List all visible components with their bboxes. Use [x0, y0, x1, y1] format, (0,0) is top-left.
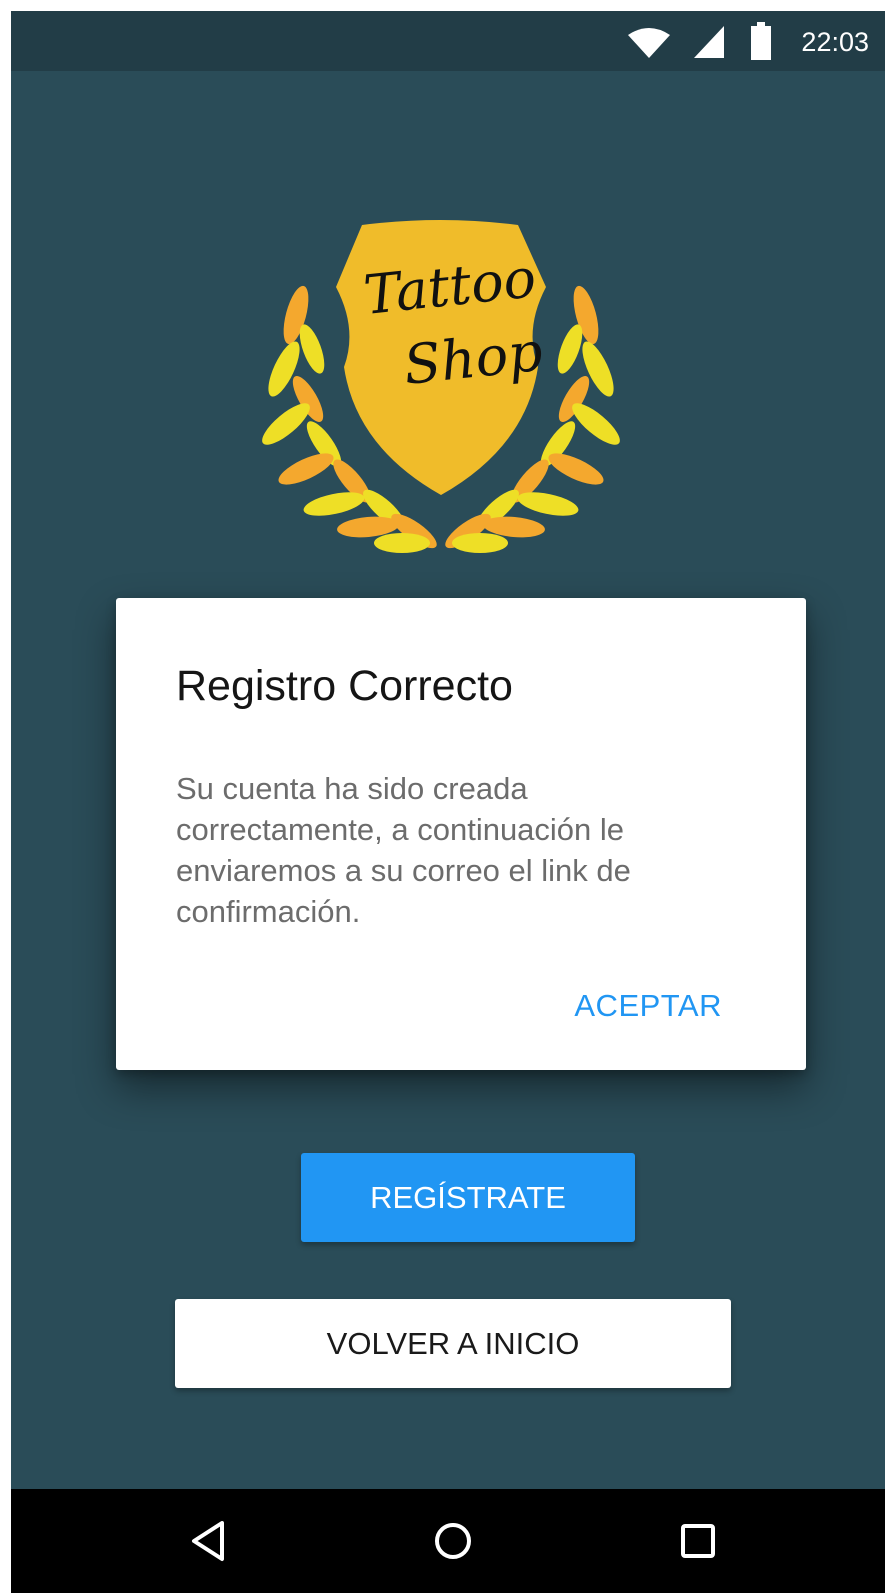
dialog-message: Su cuenta ha sido creada correctamente, …: [176, 771, 631, 929]
wifi-icon: [628, 28, 670, 58]
dialog-title: Registro Correcto: [176, 662, 513, 710]
registration-success-dialog: Registro Correcto Su cuenta ha sido crea…: [116, 598, 806, 1070]
navigation-bar: [11, 1489, 885, 1593]
cell-signal-icon: [694, 26, 724, 58]
home-icon[interactable]: [429, 1517, 477, 1565]
app-screen: 22:03 Tattoo Shop Registro Correcto Su c…: [11, 11, 885, 1593]
recents-icon[interactable]: [674, 1517, 722, 1565]
battery-icon: [751, 22, 771, 60]
register-button[interactable]: REGÍSTRATE: [301, 1153, 635, 1242]
status-bar: 22:03: [11, 11, 885, 71]
tattoo-shop-logo: Tattoo Shop: [262, 220, 620, 553]
accept-button[interactable]: ACEPTAR: [574, 988, 722, 1024]
back-icon[interactable]: [184, 1517, 232, 1565]
status-time: 22:03: [801, 27, 869, 57]
back-to-home-button[interactable]: VOLVER A INICIO: [175, 1299, 731, 1388]
